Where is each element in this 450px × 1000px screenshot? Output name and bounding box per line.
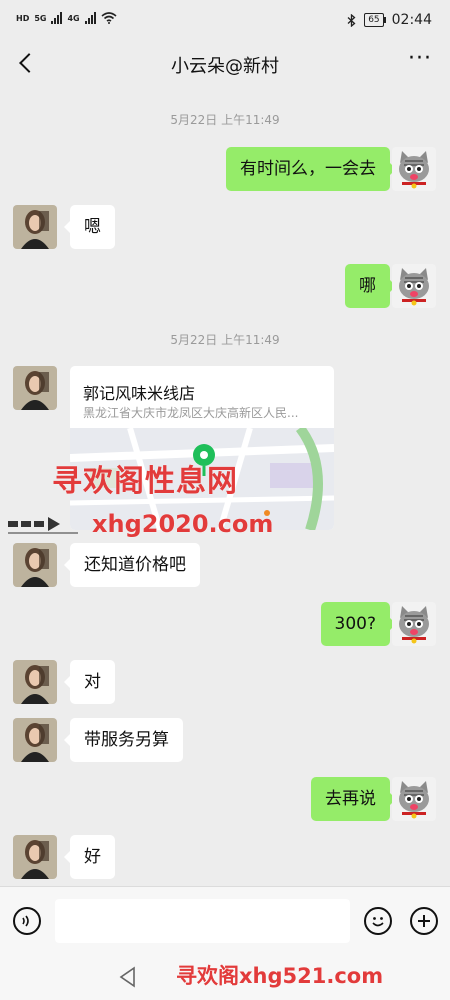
arrow-icon	[8, 517, 78, 534]
avatar-self[interactable]	[392, 264, 436, 308]
location-card[interactable]: 郭记风味米线店 黑龙江省大庆市龙凤区大庆高新区人民...	[70, 366, 334, 530]
avatar-contact[interactable]	[13, 543, 57, 587]
chat-title: 小云朵@新村	[171, 56, 279, 77]
message-bubble-incoming[interactable]: 还知道价格吧	[64, 543, 200, 587]
message-bubble-incoming[interactable]: 对	[64, 660, 115, 704]
status-right: 65 02:44	[347, 12, 432, 28]
message-bubble-incoming[interactable]: 好	[64, 835, 115, 879]
watermark-url: xhg2020.com	[92, 510, 274, 538]
avatar-self[interactable]	[392, 602, 436, 646]
message-bubble-outgoing[interactable]: 去再说	[311, 777, 396, 821]
avatar-contact[interactable]	[13, 205, 57, 249]
watermark-text: 寻欢阁性息网	[52, 464, 238, 499]
wifi-icon	[101, 12, 117, 24]
avatar-self[interactable]	[392, 147, 436, 191]
message-bubble-outgoing[interactable]: 300?	[320, 602, 397, 646]
avatar-contact[interactable]	[13, 366, 57, 410]
message-bubble-incoming[interactable]: 嗯	[64, 205, 115, 249]
timestamp: 5月22日 上午11:49	[170, 333, 280, 347]
hd-label: HD	[16, 13, 30, 23]
status-time: 02:44	[391, 12, 432, 28]
signal-icon-2	[84, 12, 96, 24]
location-name: 郭记风味米线店	[83, 384, 196, 403]
bluetooth-icon	[347, 13, 356, 27]
emoji-icon[interactable]	[364, 907, 392, 935]
input-bar	[0, 886, 450, 957]
network-indicators: HD 5G 4G	[16, 12, 117, 24]
voice-icon[interactable]	[13, 907, 41, 935]
chat-header: 小云朵@新村 ···	[0, 40, 450, 88]
timestamp: 5月22日 上午11:49	[170, 113, 280, 127]
avatar-contact[interactable]	[13, 835, 57, 879]
avatar-contact[interactable]	[13, 660, 57, 704]
4g-label: 4G	[67, 13, 80, 23]
message-bubble-outgoing[interactable]: 哪	[345, 264, 396, 308]
message-input[interactable]	[55, 899, 350, 943]
more-dots-icon[interactable]: ···	[408, 48, 432, 70]
watermark-footer: 寻欢阁xhg521.com	[176, 964, 384, 988]
message-bubble-incoming[interactable]: 带服务另算	[64, 718, 183, 762]
location-address: 黑龙江省大庆市龙凤区大庆高新区人民...	[83, 406, 299, 420]
signal-icon	[51, 12, 63, 24]
avatar-self[interactable]	[392, 777, 436, 821]
plus-icon[interactable]	[410, 907, 438, 935]
message-bubble-outgoing[interactable]: 有时间么，一会去	[226, 147, 396, 191]
status-bar: HD 5G 4G 65 02:44	[0, 0, 450, 40]
5g-label: 5G	[34, 13, 47, 23]
battery-icon: 65	[364, 13, 387, 27]
nav-back-icon[interactable]	[118, 966, 138, 988]
avatar-contact[interactable]	[13, 718, 57, 762]
